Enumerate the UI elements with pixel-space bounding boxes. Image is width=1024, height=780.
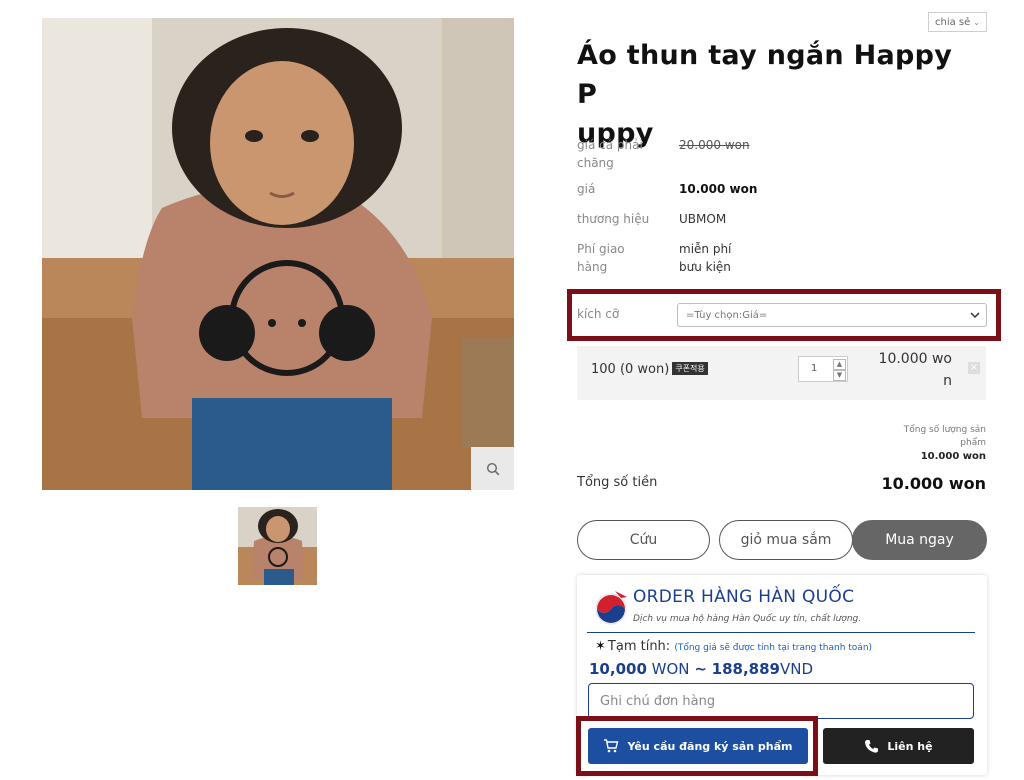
contact-button[interactable]: Liên hệ (823, 728, 974, 764)
product-title-line-1: Áo thun tay ngắn Happy P (577, 40, 953, 110)
chevron-down-icon (970, 312, 980, 318)
shipping-value-line-1: miễn phí (679, 242, 732, 256)
estimated-price: 10,000 WON ~ 188,889VND (589, 660, 813, 678)
shipping-label: Phí giao hàng (577, 240, 625, 276)
price-value: 10.000 won (679, 182, 758, 196)
wishlist-button[interactable]: Cứu (577, 520, 710, 560)
qty-note-line-1: Tổng số lượng sản (903, 425, 986, 435)
estimate-label: Tạm tính: (607, 639, 671, 654)
retail-price-label-line-1: giá cả phải (577, 138, 643, 152)
magnifier-icon (486, 462, 499, 475)
quantity-down-icon[interactable]: ▼ (833, 370, 846, 381)
option-name: 100 (0 won) 쿠폰적용 (591, 362, 708, 377)
total-quantity-note: Tổng số lượng sản phẩm 10.000 won (880, 424, 986, 463)
divider (587, 632, 975, 633)
add-to-cart-button[interactable]: giỏ mua sắm (719, 520, 853, 560)
price-label: giá (577, 182, 596, 196)
brand-label: thương hiệu (577, 212, 650, 226)
quantity-stepper[interactable]: 1 ▲ ▼ (798, 356, 848, 382)
price-won-unit: WON (651, 660, 690, 678)
size-select-value: =Tùy chọn:Giá= (686, 309, 768, 321)
total-value: 10.000 won (881, 474, 986, 493)
shipping-label-line-1: Phí giao (577, 242, 625, 256)
estimate-line: ✶ Tạm tính: (Tổng giá sẽ được tính tại tr… (595, 639, 872, 654)
korea-order-logo-icon (595, 591, 627, 625)
coupon-badge: 쿠폰적용 (672, 362, 708, 375)
quantity-value[interactable]: 1 (811, 363, 817, 374)
order-note-input[interactable]: Ghi chú đơn hàng (588, 683, 974, 719)
selected-option-row: 100 (0 won) 쿠폰적용 1 ▲ ▼ 10.000 wo n × (577, 346, 986, 400)
total-label: Tổng số tiền (577, 475, 658, 490)
quantity-up-icon[interactable]: ▲ (833, 359, 846, 370)
sparkle-icon: ✶ (595, 639, 606, 654)
price-separator: ~ (694, 660, 707, 678)
price-vnd-value: 188,889 (711, 660, 780, 678)
retail-price-label: giá cả phải chăng (577, 136, 643, 172)
chevron-down-icon: ⌄ (973, 17, 980, 27)
order-widget-subtitle: Dịch vụ mua hộ hàng Hàn Quốc uy tín, chấ… (633, 614, 862, 624)
product-main-image[interactable] (42, 18, 514, 490)
product-thumbnail[interactable] (238, 507, 317, 585)
brand-value: UBMOM (679, 212, 727, 226)
retail-price-value: 20.000 won (679, 138, 750, 152)
share-label: chia sẻ (935, 16, 971, 28)
zoom-button[interactable] (471, 447, 514, 490)
phone-icon (865, 739, 879, 753)
option-price: 10.000 wo n (874, 348, 952, 392)
option-name-text: 100 (0 won) (591, 362, 670, 377)
size-label: kích cỡ (577, 307, 620, 321)
shipping-label-line-2: hàng (577, 260, 608, 274)
option-price-line-2: n (943, 373, 952, 389)
shipping-value-line-2: bưu kiện (679, 260, 731, 274)
price-vnd-unit: VND (780, 660, 814, 678)
order-note-placeholder: Ghi chú đơn hàng (600, 693, 716, 709)
request-highlight-frame (576, 716, 818, 776)
qty-note-value: 10.000 won (920, 451, 986, 462)
option-price-line-1: 10.000 wo (878, 351, 952, 367)
size-select[interactable]: =Tùy chọn:Giá= (677, 303, 987, 327)
shipping-value: miễn phí bưu kiện (679, 240, 731, 276)
retail-price-label-line-2: chăng (577, 156, 614, 170)
share-button[interactable]: chia sẻ ⌄ (928, 12, 987, 32)
estimate-note: (Tổng giá sẽ được tính tại trang thanh t… (674, 643, 873, 653)
buy-now-button[interactable]: Mua ngay (852, 520, 987, 560)
contact-label: Liên hệ (887, 739, 933, 753)
remove-option-icon[interactable]: × (968, 362, 980, 374)
price-won-value: 10,000 (589, 660, 647, 678)
order-widget-title: ORDER HÀNG HÀN QUỐC (633, 587, 855, 607)
qty-note-line-2: phẩm (960, 438, 986, 448)
